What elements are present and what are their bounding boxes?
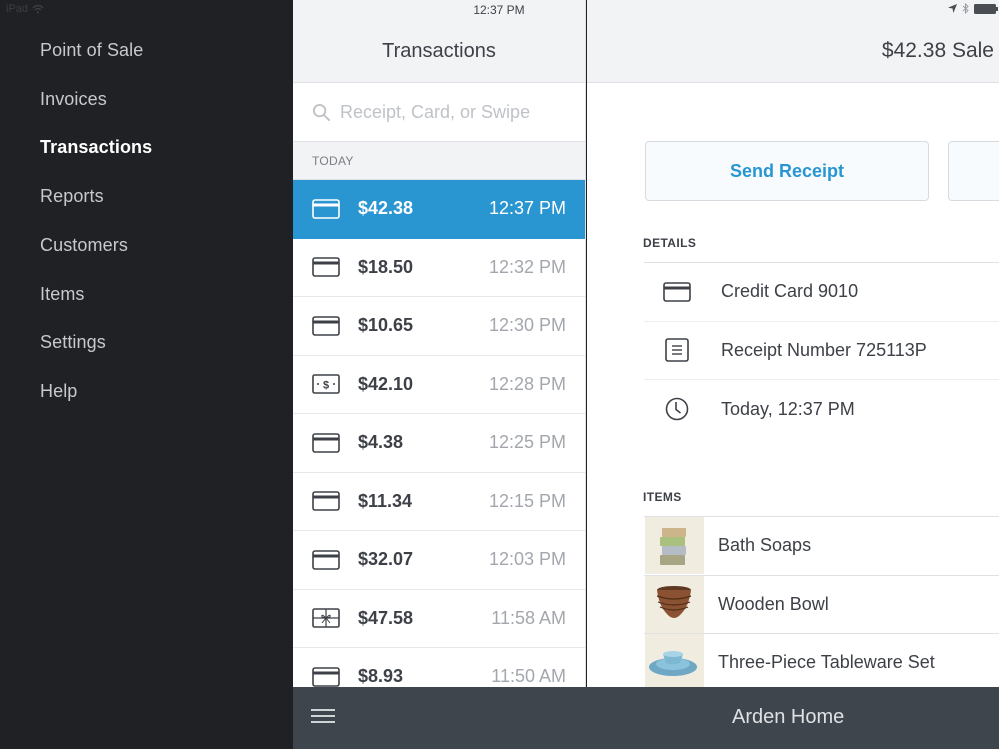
wifi-icon — [32, 4, 44, 14]
items-section-label: ITEMS — [643, 490, 682, 504]
transaction-row[interactable]: $47.58 11:58 AM — [293, 589, 585, 648]
transactions-panel: 12:37 PM Transactions TODAY $42.38 12:37 … — [293, 0, 586, 749]
sidebar-item-customers[interactable]: Customers — [40, 235, 128, 256]
device-status: iPad — [6, 3, 44, 15]
transaction-time: 11:50 AM — [491, 666, 566, 687]
transaction-amount: $8.93 — [358, 666, 404, 687]
bottom-bar: Arden Home — [293, 687, 999, 749]
item-name: Bath Soaps — [718, 535, 812, 556]
transaction-time: 11:58 AM — [491, 607, 566, 628]
transaction-time: 12:32 PM — [488, 256, 566, 277]
credit-card-icon — [312, 666, 340, 687]
transactions-header: 12:37 PM Transactions — [293, 0, 585, 83]
sidebar-item-reports[interactable]: Reports — [40, 186, 104, 207]
transaction-row[interactable]: $11.34 12:15 PM — [293, 472, 585, 531]
details-list: Credit Card 9010 Receipt Number 725113P — [644, 262, 999, 439]
transaction-list: $42.38 12:37 PM $18.50 12:32 PM $10.65 12:30 … — [293, 180, 585, 707]
transaction-amount: $11.34 — [358, 490, 413, 511]
transaction-time: 12:03 PM — [488, 549, 566, 570]
detail-card-text: Credit Card 9010 — [721, 281, 859, 302]
details-section-label: DETAILS — [643, 236, 697, 250]
sidebar-item-items[interactable]: Items — [40, 284, 85, 305]
tableware-thumbnail — [645, 634, 704, 691]
receipt-icon — [663, 338, 691, 363]
clock-icon — [663, 397, 691, 421]
bath-soaps-thumbnail — [645, 517, 704, 574]
item-name: Wooden Bowl — [718, 593, 829, 614]
transactions-title: Transactions — [382, 40, 496, 62]
transaction-row[interactable]: $32.07 12:03 PM — [293, 531, 585, 590]
transaction-amount: $10.65 — [358, 315, 414, 336]
transaction-row[interactable]: $4.38 12:25 PM — [293, 414, 585, 473]
item-row[interactable]: Bath Soaps — [644, 517, 999, 576]
device-label: iPad — [6, 3, 29, 15]
sidebar-item-help[interactable]: Help — [40, 381, 77, 402]
credit-card-icon — [312, 491, 340, 512]
search-bar — [293, 83, 585, 142]
search-input[interactable] — [340, 101, 570, 123]
transaction-row[interactable]: $18.50 12:32 PM — [293, 238, 585, 297]
transaction-time: 12:37 PM — [488, 198, 566, 219]
sidebar-item-transactions[interactable]: Transactions — [40, 137, 152, 158]
cash-icon: $ — [312, 374, 340, 395]
detail-row-time: Today, 12:37 PM — [644, 380, 999, 439]
status-clock: 12:37 PM — [473, 3, 525, 17]
transaction-detail-panel: $42.38 Sale Send Receipt DETAILS Credit … — [587, 0, 999, 749]
transaction-time: 12:25 PM — [488, 432, 566, 453]
transaction-amount: $18.50 — [358, 256, 414, 277]
item-name: Three-Piece Tableware Set — [718, 652, 935, 673]
transaction-time: 12:15 PM — [488, 490, 566, 511]
sale-title: $42.38 Sale — [881, 39, 994, 62]
sidebar-item-invoices[interactable]: Invoices — [40, 89, 107, 110]
send-receipt-button[interactable]: Send Receipt — [645, 141, 929, 201]
item-row[interactable]: Three-Piece Tableware Set — [644, 634, 999, 693]
store-name: Arden Home — [732, 706, 845, 728]
credit-card-icon — [312, 432, 340, 453]
search-icon — [312, 103, 331, 121]
secondary-action-button[interactable] — [948, 141, 999, 201]
transaction-row[interactable]: $42.38 12:37 PM — [293, 180, 585, 239]
transaction-row[interactable]: $10.65 12:30 PM — [293, 297, 585, 356]
sidebar-item-settings[interactable]: Settings — [40, 332, 106, 353]
item-row[interactable]: Wooden Bowl — [644, 575, 999, 634]
transaction-row[interactable]: $ $42.10 12:28 PM — [293, 355, 585, 414]
credit-card-icon — [312, 257, 340, 278]
transaction-amount: $42.38 — [358, 198, 414, 219]
credit-card-icon — [663, 280, 691, 304]
detail-row-receipt: Receipt Number 725113P — [644, 322, 999, 380]
hamburger-menu-icon[interactable] — [311, 709, 335, 727]
detail-time-text: Today, 12:37 PM — [721, 398, 855, 419]
transaction-time: 12:30 PM — [488, 315, 566, 336]
section-header-today: TODAY — [293, 142, 585, 180]
transaction-time: 12:28 PM — [488, 373, 566, 394]
items-list: Bath Soaps Wooden Bowl Three-Piece Table… — [644, 516, 999, 693]
credit-card-icon — [312, 549, 340, 570]
detail-receipt-text: Receipt Number 725113P — [721, 339, 927, 360]
transaction-amount: $42.10 — [358, 373, 414, 394]
status-icons — [948, 3, 998, 14]
transaction-amount: $32.07 — [358, 549, 414, 570]
credit-card-icon — [312, 198, 340, 219]
svg-text:$: $ — [323, 380, 329, 392]
transaction-amount: $47.58 — [358, 607, 414, 628]
bluetooth-icon — [962, 3, 969, 14]
wooden-bowl-thumbnail — [645, 575, 704, 633]
detail-header: $42.38 Sale — [587, 0, 999, 83]
gift-card-icon — [312, 608, 340, 629]
credit-card-icon — [312, 315, 340, 336]
sidebar: iPad Point of Sale Invoices Transactions… — [0, 0, 293, 749]
location-arrow-icon — [948, 4, 957, 13]
sidebar-item-point-of-sale[interactable]: Point of Sale — [40, 40, 143, 61]
detail-row-card: Credit Card 9010 — [644, 263, 999, 322]
battery-icon — [974, 3, 998, 14]
transaction-amount: $4.38 — [358, 432, 404, 453]
